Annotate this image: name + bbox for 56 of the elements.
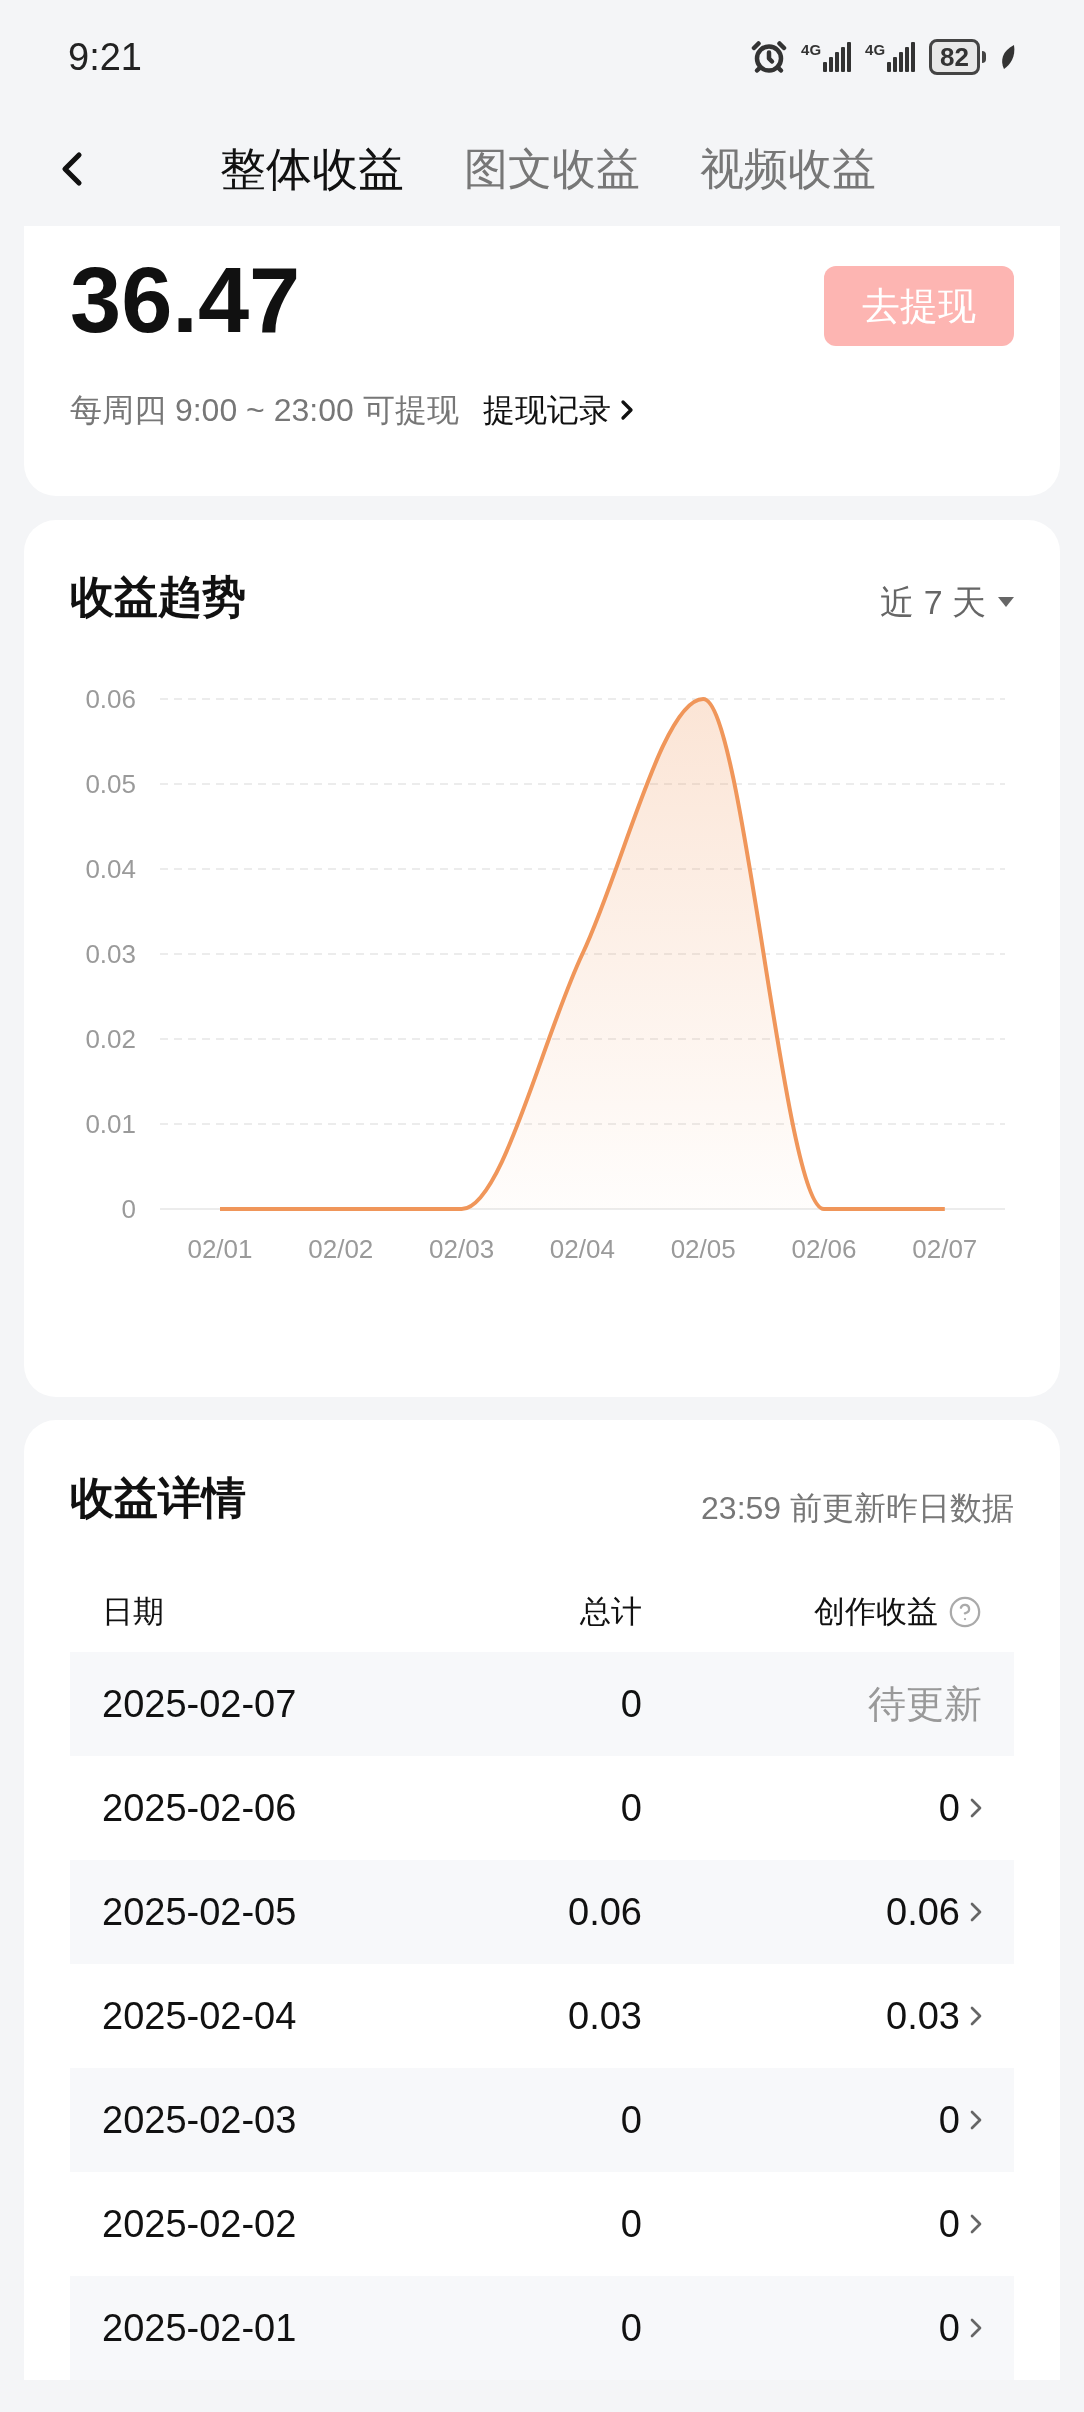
creation-cell-text: 0.06: [886, 1889, 960, 1935]
creation-cell-text: 0: [938, 1785, 960, 1831]
tab[interactable]: 图文收益: [464, 136, 640, 202]
date-cell-text: 2025-02-07: [102, 1681, 298, 1727]
table-row[interactable]: 2025-02-07 0 待更新: [70, 1652, 1014, 1756]
balance-amount: 36.47: [70, 254, 301, 346]
y-tick-label: 0.05: [85, 769, 136, 799]
section-title: 收益详情: [70, 1472, 246, 1524]
dropdown-triangle-icon[interactable]: [998, 597, 1014, 607]
total-cell-text: 0.03: [567, 1993, 642, 2039]
x-tick-label: 02/01: [187, 1234, 253, 1264]
date-cell-text: 2025-02-02: [102, 2201, 298, 2247]
y-tick-label: 0.03: [85, 939, 136, 969]
x-tick-label: 02/05: [670, 1234, 736, 1264]
date-cell-text: 2025-02-05: [102, 1889, 298, 1935]
x-tick-label: 02/06: [791, 1234, 857, 1264]
table-row[interactable]: 2025-02-03 0 0: [70, 2068, 1014, 2172]
y-tick-label: 0.01: [85, 1109, 136, 1139]
x-tick-label: 02/07: [912, 1234, 978, 1264]
x-tick-label: 02/02: [308, 1234, 374, 1264]
date-cell-text: 2025-02-03: [102, 2097, 298, 2143]
x-tick-label: 02/04: [549, 1234, 615, 1264]
creation-cell-text: 0: [938, 2097, 960, 2143]
y-tick-label: 0: [121, 1194, 136, 1224]
withdraw-records-link[interactable]: 提现记录: [482, 386, 643, 434]
y-tick-label: 0.02: [85, 1024, 136, 1054]
leaf-icon: [1000, 43, 1016, 71]
total-cell-text: 0: [619, 2305, 642, 2351]
date-cell-text: 2025-02-01: [102, 2305, 298, 2351]
column-header: 总计: [579, 1592, 642, 1631]
table-row[interactable]: 2025-02-05 0.06 0.06: [70, 1860, 1014, 1964]
creation-cell-text: 0.03: [886, 1993, 960, 2039]
column-header: 创作收益: [814, 1592, 938, 1631]
total-cell-text: 0.06: [567, 1889, 642, 1935]
y-tick-label: 0.04: [85, 854, 136, 884]
column-header: 日期: [102, 1592, 165, 1631]
tab[interactable]: 整体收益: [220, 134, 404, 204]
creation-cell-text: 0: [938, 2201, 960, 2247]
date-cell-text: 2025-02-06: [102, 1785, 298, 1831]
range-dropdown[interactable]: 近 7 天: [880, 576, 1014, 628]
total-cell-text: 0: [619, 1785, 642, 1831]
withdraw-schedule: 每周四 9:00 ~ 23:00 可提现: [70, 391, 459, 430]
update-note: 23:59 前更新昨日数据: [701, 1489, 1014, 1528]
table-row[interactable]: 2025-02-01 0 0: [70, 2276, 1014, 2380]
x-tick-label: 02/03: [429, 1234, 495, 1264]
tab[interactable]: 视频收益: [700, 136, 876, 202]
y-tick-label: 0.06: [85, 684, 136, 714]
creation-cell-text: 0: [938, 2305, 960, 2351]
alarm-icon: [751, 39, 788, 75]
section-title: 收益趋势: [70, 571, 246, 623]
total-cell-text: 0: [619, 2097, 642, 2143]
status-time: 9:21: [68, 34, 142, 80]
date-cell-text: 2025-02-04: [102, 1993, 298, 2039]
total-cell-text: 0: [619, 1681, 642, 1727]
creation-cell-text: 待更新: [868, 1681, 982, 1727]
total-cell-text: 0: [619, 2201, 642, 2247]
